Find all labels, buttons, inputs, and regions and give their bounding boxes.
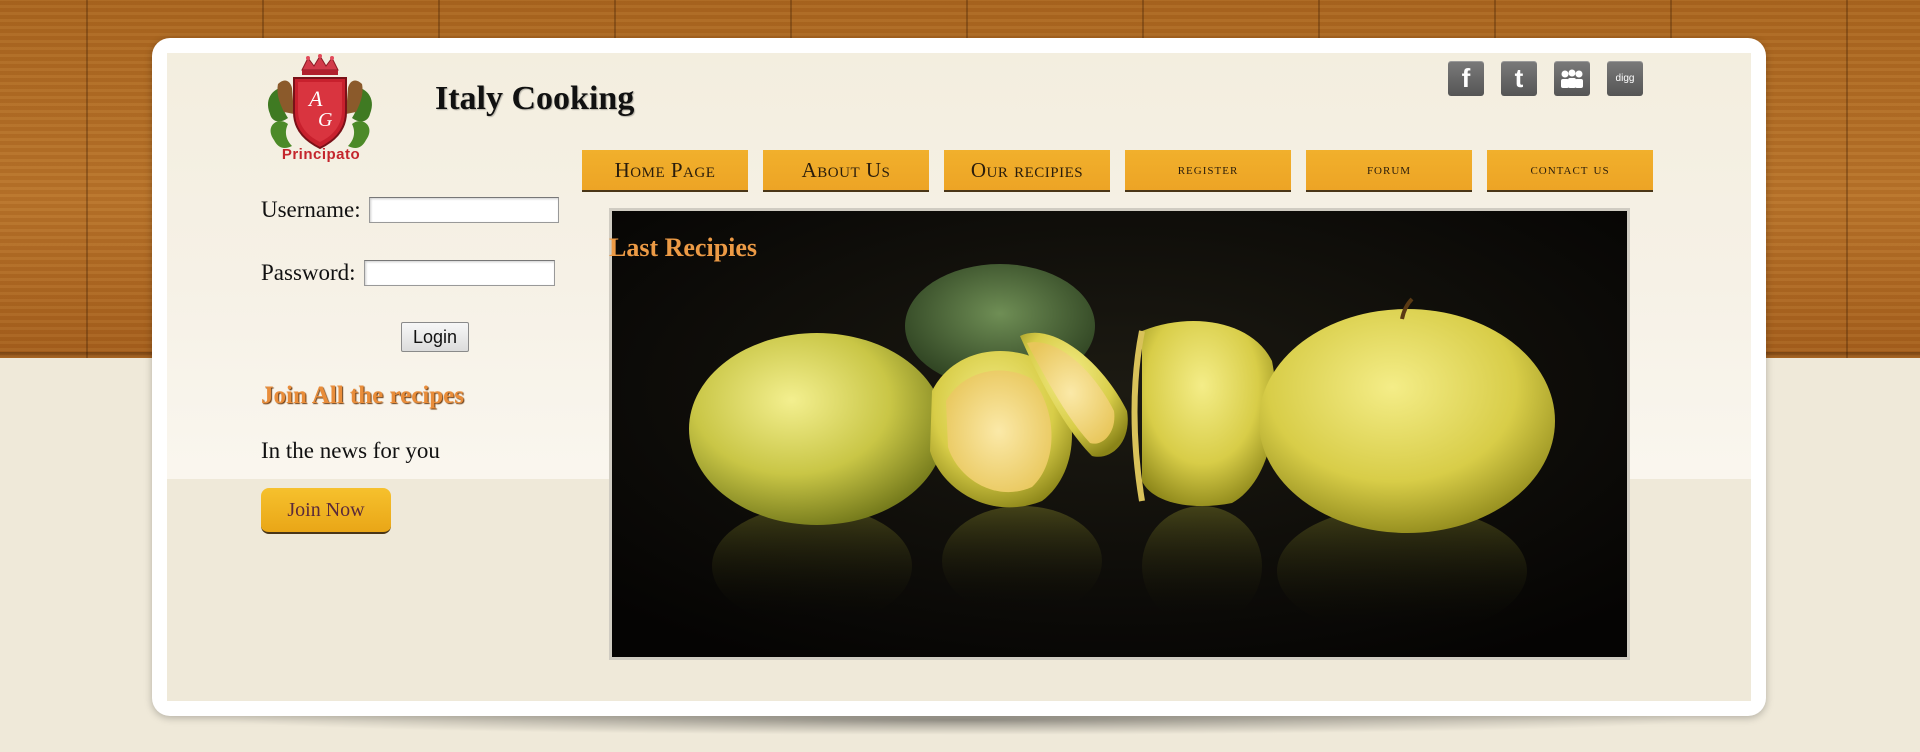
social-links: f t digg <box>1448 61 1643 96</box>
password-label: Password: <box>261 260 356 285</box>
digg-icon[interactable]: digg <box>1607 61 1643 96</box>
nav-forum[interactable]: forum <box>1306 150 1472 192</box>
news-text: In the news for you <box>261 438 440 463</box>
nav-contact-us[interactable]: contact us <box>1487 150 1653 192</box>
logo-monogram-g: G <box>318 109 333 131</box>
apples-image <box>612 211 1627 657</box>
nav-home-page[interactable]: Home Page <box>582 150 748 192</box>
login-button[interactable]: Login <box>401 322 469 352</box>
nav-about-us[interactable]: About Us <box>763 150 929 192</box>
facebook-icon[interactable]: f <box>1448 61 1484 96</box>
nav-our-recipies[interactable]: Our recipies <box>944 150 1110 192</box>
recipe-image <box>609 208 1630 660</box>
myspace-icon[interactable] <box>1554 61 1590 96</box>
join-now-button[interactable]: Join Now <box>261 488 391 534</box>
myspace-people-icon <box>1561 69 1583 88</box>
nav-register[interactable]: register <box>1125 150 1291 192</box>
username-input[interactable] <box>369 197 559 223</box>
logo-text: Principato <box>281 146 361 163</box>
password-input[interactable] <box>364 260 555 286</box>
site-title[interactable]: Italy Cooking <box>435 80 634 118</box>
last-recipies-title: Last Recipies <box>609 233 758 262</box>
join-recipes-heading: Join All the recipes <box>261 382 465 409</box>
username-label: Username: <box>261 197 361 222</box>
logo-monogram-a: A <box>307 86 323 111</box>
main-nav: Home Page About Us Our recipies register… <box>582 150 1653 192</box>
twitter-icon[interactable]: t <box>1501 61 1537 96</box>
